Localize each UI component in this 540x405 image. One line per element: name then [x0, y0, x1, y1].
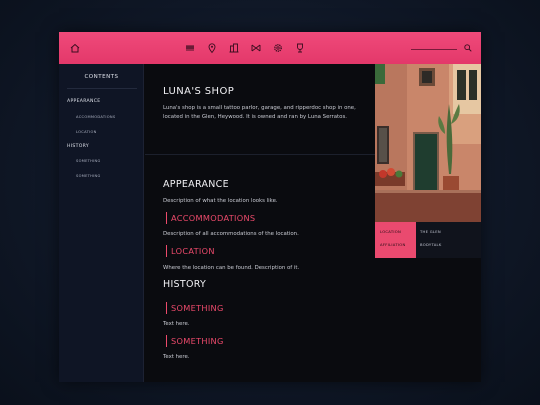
infobox-key-location: LOCATION: [380, 230, 402, 234]
section-heading-appearance: APPEARANCE: [163, 179, 229, 190]
fist-icon[interactable]: [184, 42, 196, 54]
contents-divider: [67, 88, 137, 89]
map-pin-icon[interactable]: [206, 42, 218, 54]
search-input[interactable]: [411, 49, 457, 50]
section-text-appearance: Description of what the location looks l…: [163, 198, 278, 204]
intro-paragraph: Luna's shop is a small tattoo parlor, ga…: [163, 105, 356, 120]
page-title: LUNA'S SHOP: [163, 86, 235, 97]
home-icon[interactable]: [69, 42, 81, 54]
toc-item-something[interactable]: SOMETHING: [76, 174, 101, 178]
toc-section-history[interactable]: HISTORY: [67, 144, 89, 149]
subsection-heading-something: SOMETHING: [166, 302, 224, 314]
gear-icon[interactable]: [272, 42, 284, 54]
infobox-key-column: [375, 222, 416, 258]
subsection-text-something: Text here.: [163, 321, 190, 327]
section-heading-history: HISTORY: [163, 279, 207, 290]
top-navigation-bar: [59, 32, 481, 64]
location-photo: [375, 64, 481, 222]
subsection-heading-location: LOCATION: [166, 245, 215, 257]
shuffle-icon[interactable]: [250, 42, 262, 54]
subsection-text-accommodations: Description of all accommodations of the…: [163, 231, 299, 237]
infobox-key-affiliation: AFFILIATION: [380, 243, 406, 247]
infobox-value-location: THE GLEN: [420, 230, 441, 234]
toc-item-location[interactable]: LOCATION: [76, 130, 97, 134]
subsection-heading-something: SOMETHING: [166, 335, 224, 347]
buildings-icon[interactable]: [228, 42, 240, 54]
search-icon[interactable]: [463, 43, 473, 53]
infobox: LOCATION THE GLEN AFFILIATION BODYTALK: [375, 222, 481, 258]
toc-item-something[interactable]: SOMETHING: [76, 159, 101, 163]
infobox-value-affiliation: BODYTALK: [420, 243, 442, 247]
subsection-text-location: Where the location can be found. Descrip…: [163, 265, 300, 271]
trophy-icon[interactable]: [294, 42, 306, 54]
contents-title: CONTENTS: [84, 74, 119, 80]
table-of-contents: CONTENTS APPEARANCE ACCOMMODATIONS LOCAT…: [59, 64, 144, 382]
toc-section-appearance[interactable]: APPEARANCE: [67, 99, 100, 104]
subsection-heading-accommodations: ACCOMMODATIONS: [166, 212, 255, 224]
subsection-text-something: Text here.: [163, 354, 190, 360]
toc-item-accommodations[interactable]: ACCOMMODATIONS: [76, 115, 115, 119]
